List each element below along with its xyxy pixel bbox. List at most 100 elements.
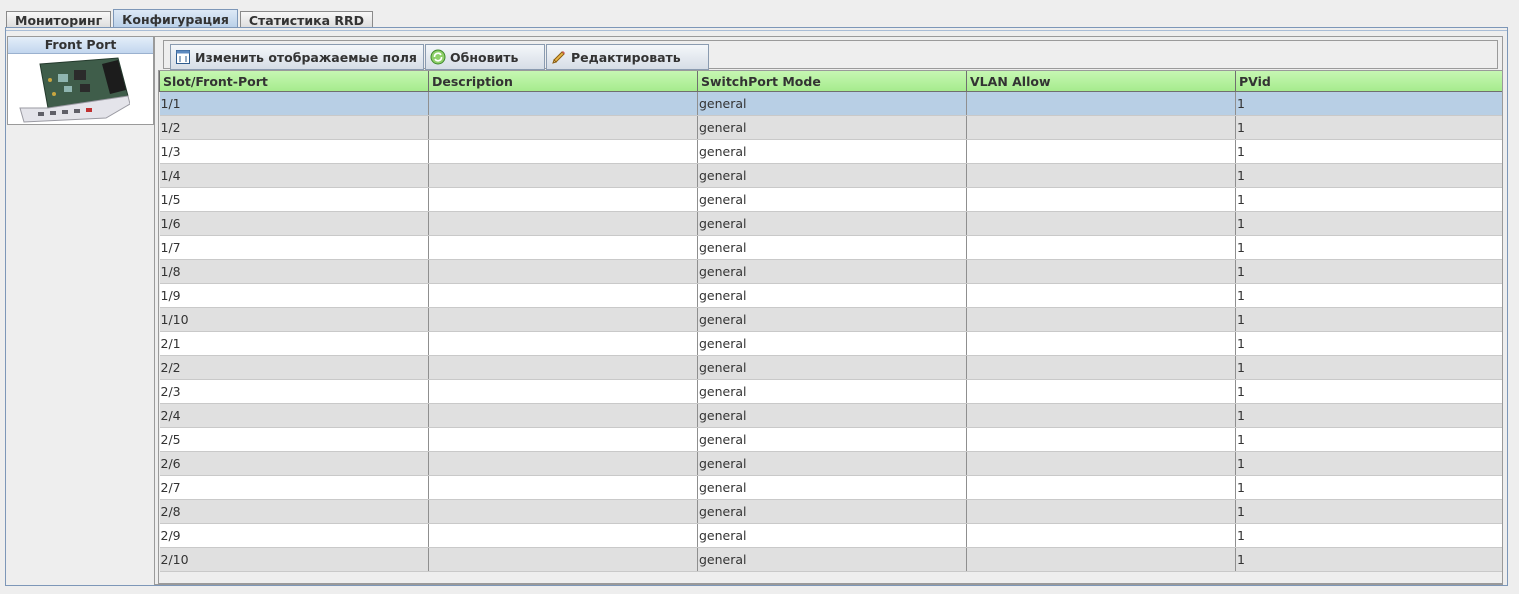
cell-description[interactable]: [428, 211, 698, 236]
cell-slot-front-port[interactable]: 2/5: [159, 427, 429, 452]
cell-slot-front-port[interactable]: 2/6: [159, 451, 429, 476]
cell-slot-front-port[interactable]: 2/1: [159, 331, 429, 356]
cell-pvid[interactable]: 1: [1235, 475, 1502, 500]
cell-description[interactable]: [428, 475, 698, 500]
cell-description[interactable]: [428, 91, 698, 116]
cell-description[interactable]: [428, 163, 698, 188]
refresh-button[interactable]: Обновить: [425, 44, 545, 70]
cell-switchport-mode[interactable]: general: [697, 283, 967, 308]
cell-switchport-mode[interactable]: general: [697, 91, 967, 116]
table-row[interactable]: 2/3 general 1: [159, 379, 1502, 404]
cell-pvid[interactable]: 1: [1235, 403, 1502, 428]
table-row[interactable]: 2/7 general 1: [159, 475, 1502, 500]
cell-switchport-mode[interactable]: general: [697, 523, 967, 548]
cell-pvid[interactable]: 1: [1235, 259, 1502, 284]
change-fields-button[interactable]: Изменить отображаемые поля: [170, 44, 424, 70]
cell-switchport-mode[interactable]: general: [697, 139, 967, 164]
tab-rrd-statistics[interactable]: Статистика RRD: [239, 11, 374, 28]
cell-description[interactable]: [428, 379, 698, 404]
tab-monitoring[interactable]: Мониторинг: [6, 11, 112, 28]
cell-slot-front-port[interactable]: 1/6: [159, 211, 429, 236]
cell-switchport-mode[interactable]: general: [697, 259, 967, 284]
cell-switchport-mode[interactable]: general: [697, 499, 967, 524]
device-item-front-port[interactable]: Front Port: [8, 37, 153, 124]
table-row[interactable]: 1/7 general 1: [159, 235, 1502, 260]
cell-slot-front-port[interactable]: 1/5: [159, 187, 429, 212]
column-header-description[interactable]: Description: [428, 71, 698, 92]
cell-pvid[interactable]: 1: [1235, 187, 1502, 212]
cell-vlan-allow[interactable]: [966, 355, 1236, 380]
table-row[interactable]: 1/6 general 1: [159, 211, 1502, 236]
cell-switchport-mode[interactable]: general: [697, 307, 967, 332]
cell-pvid[interactable]: 1: [1235, 211, 1502, 236]
cell-vlan-allow[interactable]: [966, 331, 1236, 356]
cell-vlan-allow[interactable]: [966, 403, 1236, 428]
cell-pvid[interactable]: 1: [1235, 427, 1502, 452]
cell-vlan-allow[interactable]: [966, 523, 1236, 548]
cell-slot-front-port[interactable]: 2/10: [159, 547, 429, 572]
cell-pvid[interactable]: 1: [1235, 235, 1502, 260]
cell-description[interactable]: [428, 331, 698, 356]
cell-vlan-allow[interactable]: [966, 115, 1236, 140]
cell-vlan-allow[interactable]: [966, 91, 1236, 116]
cell-slot-front-port[interactable]: 2/3: [159, 379, 429, 404]
cell-switchport-mode[interactable]: general: [697, 355, 967, 380]
edit-button[interactable]: Редактировать: [546, 44, 709, 70]
cell-switchport-mode[interactable]: general: [697, 451, 967, 476]
cell-pvid[interactable]: 1: [1235, 163, 1502, 188]
cell-switchport-mode[interactable]: general: [697, 547, 967, 572]
table-row[interactable]: 2/5 general 1: [159, 427, 1502, 452]
table-row[interactable]: 1/5 general 1: [159, 187, 1502, 212]
cell-vlan-allow[interactable]: [966, 307, 1236, 332]
cell-vlan-allow[interactable]: [966, 451, 1236, 476]
cell-description[interactable]: [428, 283, 698, 308]
cell-description[interactable]: [428, 115, 698, 140]
cell-description[interactable]: [428, 427, 698, 452]
cell-pvid[interactable]: 1: [1235, 499, 1502, 524]
cell-pvid[interactable]: 1: [1235, 523, 1502, 548]
cell-switchport-mode[interactable]: general: [697, 427, 967, 452]
cell-vlan-allow[interactable]: [966, 139, 1236, 164]
cell-vlan-allow[interactable]: [966, 187, 1236, 212]
cell-pvid[interactable]: 1: [1235, 379, 1502, 404]
table-row[interactable]: 2/2 general 1: [159, 355, 1502, 380]
table-row[interactable]: 2/9 general 1: [159, 523, 1502, 548]
cell-pvid[interactable]: 1: [1235, 331, 1502, 356]
cell-vlan-allow[interactable]: [966, 547, 1236, 572]
cell-switchport-mode[interactable]: general: [697, 379, 967, 404]
cell-pvid[interactable]: 1: [1235, 355, 1502, 380]
table-row[interactable]: 1/2 general 1: [159, 115, 1502, 140]
cell-slot-front-port[interactable]: 1/3: [159, 139, 429, 164]
table-row[interactable]: 1/8 general 1: [159, 259, 1502, 284]
cell-switchport-mode[interactable]: general: [697, 475, 967, 500]
cell-slot-front-port[interactable]: 1/1: [159, 91, 429, 116]
column-header-vlan-allow[interactable]: VLAN Allow: [966, 71, 1236, 92]
cell-slot-front-port[interactable]: 2/9: [159, 523, 429, 548]
cell-pvid[interactable]: 1: [1235, 139, 1502, 164]
cell-slot-front-port[interactable]: 1/10: [159, 307, 429, 332]
cell-vlan-allow[interactable]: [966, 283, 1236, 308]
cell-description[interactable]: [428, 187, 698, 212]
cell-description[interactable]: [428, 523, 698, 548]
cell-vlan-allow[interactable]: [966, 235, 1236, 260]
cell-switchport-mode[interactable]: general: [697, 403, 967, 428]
cell-switchport-mode[interactable]: general: [697, 115, 967, 140]
cell-slot-front-port[interactable]: 1/4: [159, 163, 429, 188]
cell-slot-front-port[interactable]: 1/7: [159, 235, 429, 260]
cell-description[interactable]: [428, 499, 698, 524]
cell-switchport-mode[interactable]: general: [697, 163, 967, 188]
cell-description[interactable]: [428, 403, 698, 428]
cell-switchport-mode[interactable]: general: [697, 211, 967, 236]
cell-description[interactable]: [428, 259, 698, 284]
cell-slot-front-port[interactable]: 2/4: [159, 403, 429, 428]
table-row[interactable]: 1/4 general 1: [159, 163, 1502, 188]
cell-description[interactable]: [428, 235, 698, 260]
table-row[interactable]: 2/1 general 1: [159, 331, 1502, 356]
cell-vlan-allow[interactable]: [966, 499, 1236, 524]
cell-slot-front-port[interactable]: 1/9: [159, 283, 429, 308]
cell-description[interactable]: [428, 547, 698, 572]
cell-slot-front-port[interactable]: 1/8: [159, 259, 429, 284]
cell-description[interactable]: [428, 451, 698, 476]
cell-pvid[interactable]: 1: [1235, 547, 1502, 572]
table-row[interactable]: 1/3 general 1: [159, 139, 1502, 164]
